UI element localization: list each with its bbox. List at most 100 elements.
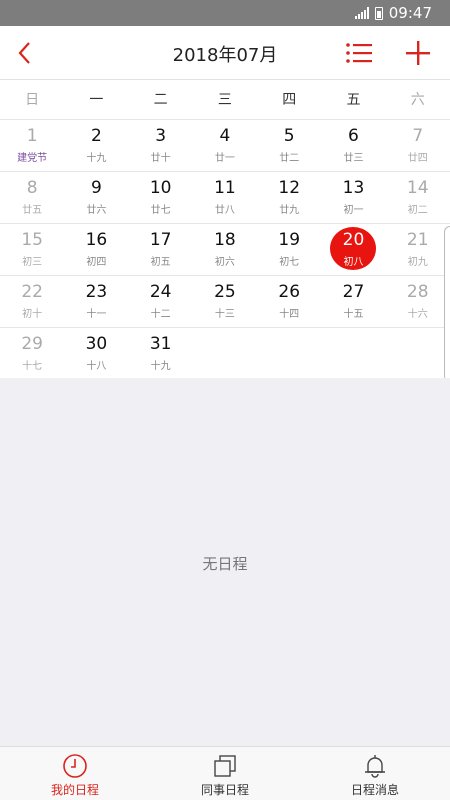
calendar-day[interactable]: 30 十八 <box>64 328 128 380</box>
day-number: 4 <box>219 126 231 146</box>
day-number: 25 <box>214 282 236 302</box>
calendar-day[interactable]: 3 廿十 <box>129 120 193 172</box>
tab-colleague-schedule[interactable]: 同事日程 <box>150 747 300 800</box>
day-number: 29 <box>21 334 43 354</box>
calendar-day[interactable]: 9 廿六 <box>64 172 128 224</box>
month-title[interactable]: 2018年07月 <box>0 41 450 67</box>
lunar-date: 建党节 <box>17 153 48 164</box>
copy-icon <box>214 755 236 777</box>
lunar-date: 廿五 <box>22 205 43 216</box>
tab-label: 同事日程 <box>200 783 249 797</box>
weekday-label: 四 <box>282 92 297 108</box>
calendar-day[interactable]: 7 廿四 <box>386 120 450 172</box>
signal-icon <box>354 7 369 19</box>
day-number: 10 <box>149 178 172 198</box>
calendar-day[interactable]: 16 初四 <box>64 224 128 276</box>
calendar-day[interactable]: 8 廿五 <box>0 172 64 224</box>
calendar-day[interactable]: 14 初二 <box>386 172 450 224</box>
day-number: 16 <box>85 230 108 250</box>
tab-my-schedule[interactable]: 我的日程 <box>0 747 150 800</box>
day-number: 1 <box>26 126 38 146</box>
list-icon <box>346 43 372 63</box>
lunar-date: 十五 <box>343 309 364 320</box>
day-number: 17 <box>149 230 172 250</box>
calendar-day[interactable]: 27 十五 <box>321 276 385 328</box>
lunar-date: 初一 <box>343 205 364 216</box>
calendar-day[interactable]: 23 十一 <box>64 276 128 328</box>
lunar-date: 廿八 <box>214 205 235 216</box>
calendar-day[interactable]: 31 十九 <box>129 328 193 380</box>
lunar-date: 廿七 <box>150 205 171 216</box>
weekday-header: 日 一 二 三 四 五 六 <box>0 80 450 120</box>
calendar-day[interactable]: 5 廿二 <box>257 120 321 172</box>
empty-message: 无日程 <box>202 555 248 573</box>
calendar-day[interactable]: 17 初五 <box>129 224 193 276</box>
day-number: 14 <box>406 178 429 198</box>
day-number: 11 <box>214 178 236 198</box>
lunar-date: 初十 <box>22 309 43 320</box>
lunar-date: 初五 <box>150 257 171 268</box>
lunar-date: 十三 <box>214 309 235 320</box>
calendar-day[interactable]: 11 廿八 <box>193 172 257 224</box>
list-view-button[interactable] <box>345 40 373 66</box>
lunar-date: 廿三 <box>343 153 364 164</box>
day-number: 13 <box>342 178 365 198</box>
day-number: 19 <box>278 230 301 250</box>
day-number: 2 <box>90 126 102 146</box>
lunar-date: 初八 <box>343 257 364 268</box>
scroll-handle[interactable] <box>444 226 450 382</box>
bottom-nav: 我的日程 同事日程 日程消息 <box>0 746 450 800</box>
calendar-day[interactable]: 4 廿一 <box>193 120 257 172</box>
day-number: 5 <box>283 126 295 146</box>
calendar-week-row: 29 十七 30 十八 31 十九 <box>0 328 450 380</box>
lunar-date: 廿四 <box>407 153 428 164</box>
lunar-date: 廿九 <box>279 205 300 216</box>
weekday-label: 三 <box>217 92 232 108</box>
calendar-day[interactable]: 18 初六 <box>193 224 257 276</box>
lunar-date: 初四 <box>86 257 107 268</box>
calendar-day-selected[interactable]: 20 初八 <box>321 224 385 276</box>
day-number: 31 <box>149 334 172 354</box>
calendar-day[interactable]: 24 十二 <box>129 276 193 328</box>
lunar-date: 十七 <box>22 361 43 372</box>
lunar-date: 十八 <box>86 361 107 372</box>
day-number: 15 <box>21 230 43 250</box>
status-bar: 09:47 <box>0 0 450 26</box>
schedule-list: 无日程 <box>0 378 450 746</box>
calendar-day[interactable]: 22 初十 <box>0 276 64 328</box>
lunar-date: 初六 <box>214 257 235 268</box>
calendar-day[interactable]: 28 十六 <box>386 276 450 328</box>
battery-icon <box>374 6 383 20</box>
tab-label: 我的日程 <box>50 783 99 797</box>
tab-schedule-messages[interactable]: 日程消息 <box>300 747 450 800</box>
calendar-day[interactable]: 15 初三 <box>0 224 64 276</box>
lunar-date: 廿十 <box>150 153 171 164</box>
weekday-label: 五 <box>346 92 361 108</box>
day-number: 23 <box>85 282 108 302</box>
calendar-day[interactable]: 19 初七 <box>257 224 321 276</box>
day-number: 26 <box>278 282 301 302</box>
lunar-date: 初三 <box>22 257 43 268</box>
calendar-day[interactable]: 12 廿九 <box>257 172 321 224</box>
calendar-day[interactable]: 26 十四 <box>257 276 321 328</box>
calendar-day[interactable]: 10 廿七 <box>129 172 193 224</box>
lunar-date: 廿二 <box>279 153 300 164</box>
calendar-day[interactable]: 2 十九 <box>64 120 128 172</box>
calendar-week-row: 8 廿五 9 廿六 10 廿七 11 廿八 12 廿九 13 初一 14 初二 <box>0 172 450 224</box>
calendar-day[interactable]: 13 初一 <box>321 172 385 224</box>
lunar-date: 廿一 <box>214 153 235 164</box>
plus-icon <box>406 41 430 65</box>
lunar-date: 初九 <box>407 257 428 268</box>
lunar-date: 十九 <box>150 361 171 372</box>
day-number: 28 <box>406 282 429 302</box>
lunar-date: 十九 <box>86 153 107 164</box>
calendar-day[interactable]: 21 初九 <box>386 224 450 276</box>
calendar-day[interactable]: 25 十三 <box>193 276 257 328</box>
status-time: 09:47 <box>388 4 432 22</box>
calendar-day[interactable]: 6 廿三 <box>321 120 385 172</box>
weekday-label: 一 <box>89 92 104 108</box>
calendar-day[interactable]: 1 建党节 <box>0 120 64 172</box>
day-number: 21 <box>406 230 429 250</box>
calendar-day[interactable]: 29 十七 <box>0 328 64 380</box>
add-schedule-button[interactable] <box>404 39 432 67</box>
